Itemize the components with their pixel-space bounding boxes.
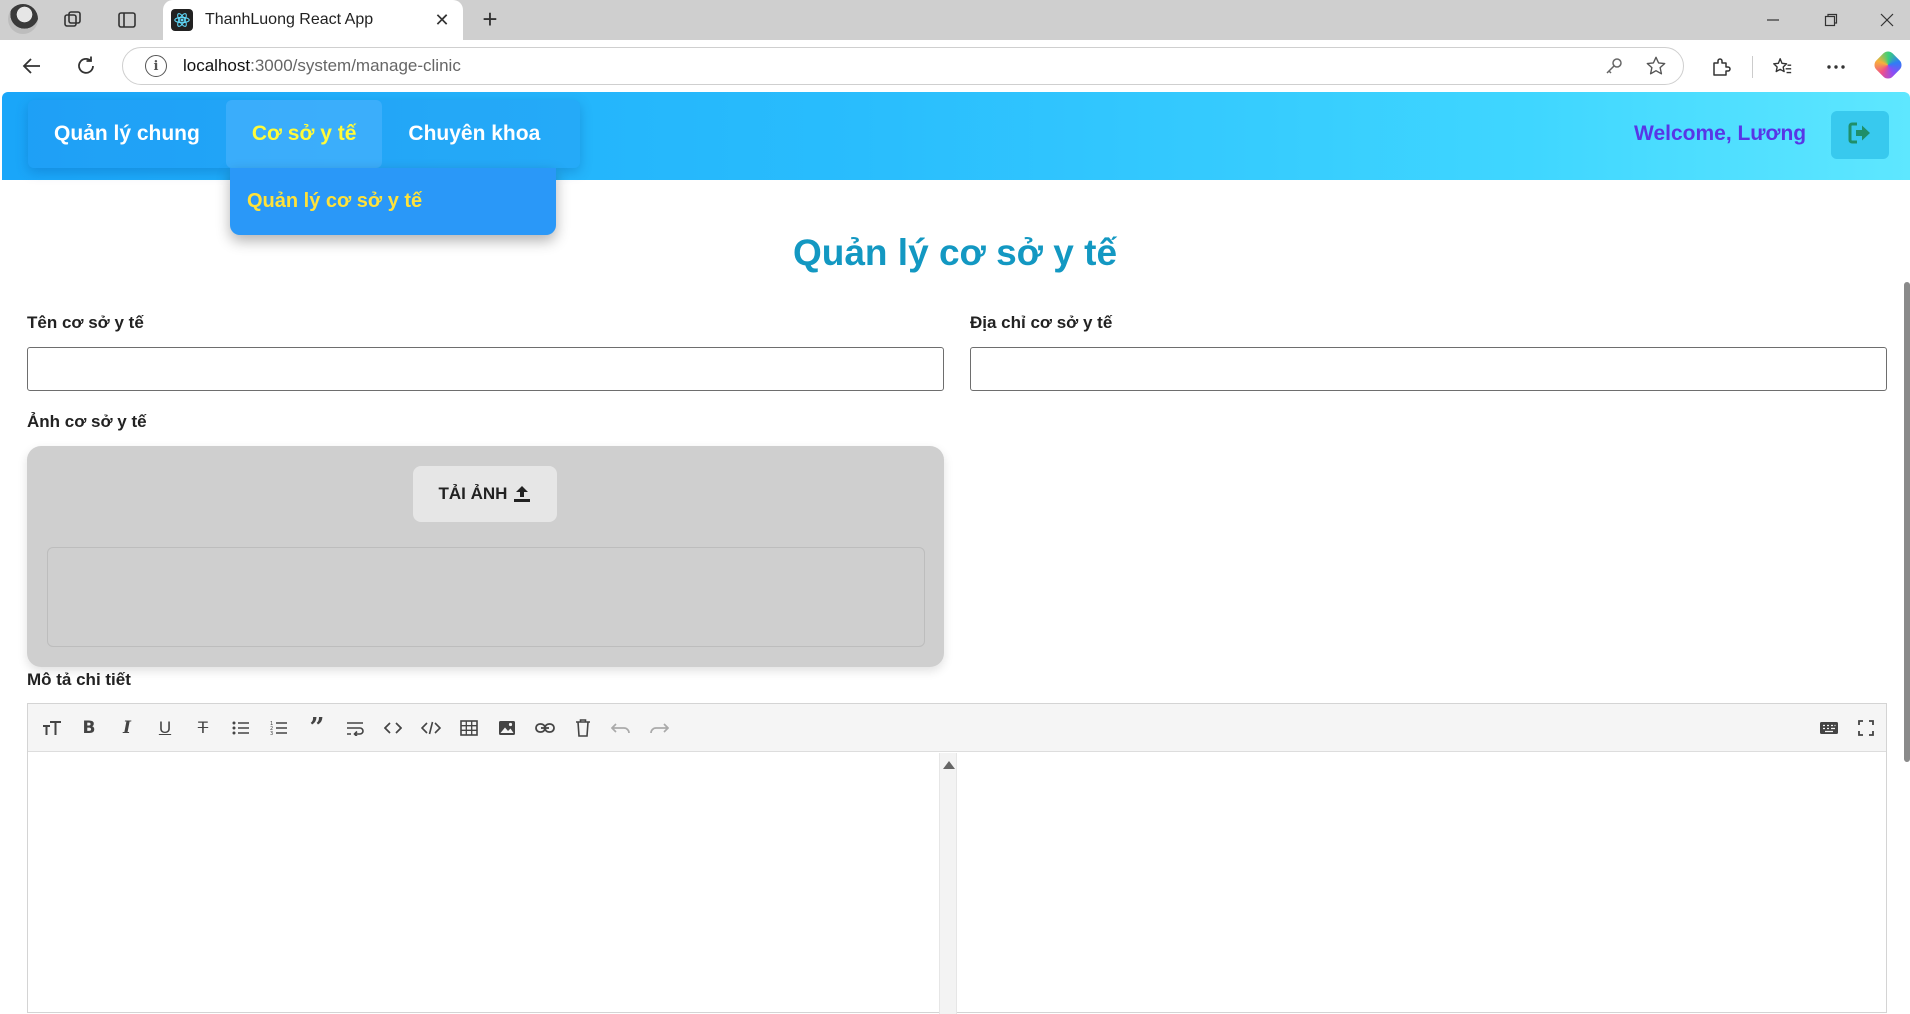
link-icon[interactable] xyxy=(530,714,560,742)
active-tab[interactable]: ThanhLuong React App ✕ xyxy=(163,0,463,40)
image-icon[interactable] xyxy=(492,714,522,742)
browser-toolbar: i localhost:3000/system/manage-clinic xyxy=(0,40,1910,92)
keyboard-icon[interactable] xyxy=(1814,714,1844,742)
wrap-text-icon[interactable] xyxy=(340,714,370,742)
welcome-text: Welcome, Lương xyxy=(1634,122,1807,145)
fullscreen-icon[interactable] xyxy=(1851,714,1881,742)
clinic-address-label: Địa chỉ cơ sở y tế xyxy=(970,313,1113,332)
editor-split-divider[interactable] xyxy=(939,753,957,1014)
site-info-icon[interactable]: i xyxy=(145,55,167,77)
react-logo-icon xyxy=(171,9,193,31)
undo-icon[interactable] xyxy=(606,714,636,742)
header-icon[interactable] xyxy=(37,714,67,742)
profile-avatar[interactable] xyxy=(8,4,38,34)
editor-toolbar: B I U T 123 ” xyxy=(28,704,1886,752)
bold-icon[interactable]: B xyxy=(74,714,104,742)
workspaces-icon[interactable] xyxy=(59,6,87,34)
inline-code-icon[interactable] xyxy=(378,714,408,742)
page-scrollbar[interactable] xyxy=(1904,282,1910,762)
restore-icon[interactable] xyxy=(1808,4,1854,36)
markdown-editor: B I U T 123 ” xyxy=(27,703,1887,1014)
clinic-name-label: Tên cơ sở y tế xyxy=(27,313,144,332)
browser-tab-bar: ThanhLuong React App ✕ + xyxy=(0,0,1910,40)
url-text[interactable]: localhost:3000/system/manage-clinic xyxy=(183,56,1599,76)
menu-item-general[interactable]: Quản lý chung xyxy=(28,100,226,168)
favorites-icon[interactable] xyxy=(1766,51,1798,83)
upload-image-button[interactable]: TẢI ẢNH xyxy=(413,466,557,522)
sign-out-icon xyxy=(1848,122,1872,149)
clinic-image-label: Ảnh cơ sở y tế xyxy=(27,412,147,431)
collapse-arrow-icon[interactable] xyxy=(943,761,955,769)
ordered-list-icon[interactable]: 123 xyxy=(264,714,294,742)
clinic-address-input[interactable] xyxy=(970,347,1887,391)
table-icon[interactable] xyxy=(454,714,484,742)
more-options-icon[interactable] xyxy=(1820,51,1852,83)
back-icon[interactable] xyxy=(17,51,47,81)
logout-button[interactable] xyxy=(1831,111,1889,159)
image-preview xyxy=(47,547,925,647)
unordered-list-icon[interactable] xyxy=(226,714,256,742)
tab-title: ThanhLuong React App xyxy=(205,11,374,28)
upload-button-label: TẢI ẢNH xyxy=(438,484,508,503)
new-tab-icon[interactable]: + xyxy=(476,6,504,34)
address-bar[interactable]: i localhost:3000/system/manage-clinic xyxy=(122,47,1684,85)
italic-icon[interactable]: I xyxy=(112,714,142,742)
main-menu: Quản lý chung Cơ sở y tế Chuyên khoa xyxy=(28,100,580,168)
reload-icon[interactable] xyxy=(71,51,101,81)
description-label: Mô tả chi tiết xyxy=(27,670,131,689)
clinic-name-input[interactable] xyxy=(27,347,944,391)
image-upload-area: TẢI ẢNH xyxy=(27,446,944,667)
underline-icon[interactable]: U xyxy=(150,714,180,742)
dropdown-item-manage-clinic[interactable]: Quản lý cơ sở y tế xyxy=(247,190,422,213)
blockquote-icon[interactable]: ” xyxy=(302,713,332,743)
strikethrough-icon[interactable]: T xyxy=(188,714,218,742)
close-window-icon[interactable] xyxy=(1864,4,1910,36)
favorite-star-icon[interactable] xyxy=(1641,51,1671,81)
menu-item-specialty[interactable]: Chuyên khoa xyxy=(382,100,566,168)
toolbar-separator xyxy=(1752,56,1753,78)
svg-text:3: 3 xyxy=(270,731,273,736)
app-header: Quản lý chung Cơ sở y tế Chuyên khoa Wel… xyxy=(2,92,1910,180)
password-key-icon[interactable] xyxy=(1599,51,1629,81)
app-root: Quản lý chung Cơ sở y tế Chuyên khoa Wel… xyxy=(0,92,1910,1014)
clear-icon[interactable] xyxy=(568,714,598,742)
extensions-icon[interactable] xyxy=(1704,51,1736,83)
upload-icon xyxy=(513,485,531,503)
redo-icon[interactable] xyxy=(644,714,674,742)
minimize-icon[interactable] xyxy=(1750,4,1796,36)
close-tab-icon[interactable]: ✕ xyxy=(429,7,455,33)
clinic-dropdown: Quản lý cơ sở y tế xyxy=(230,168,556,235)
code-block-icon[interactable] xyxy=(416,714,446,742)
vertical-tabs-icon[interactable] xyxy=(113,6,141,34)
menu-item-clinic[interactable]: Cơ sở y tế xyxy=(225,100,383,168)
page-title: Quản lý cơ sở y tế xyxy=(792,232,1118,273)
